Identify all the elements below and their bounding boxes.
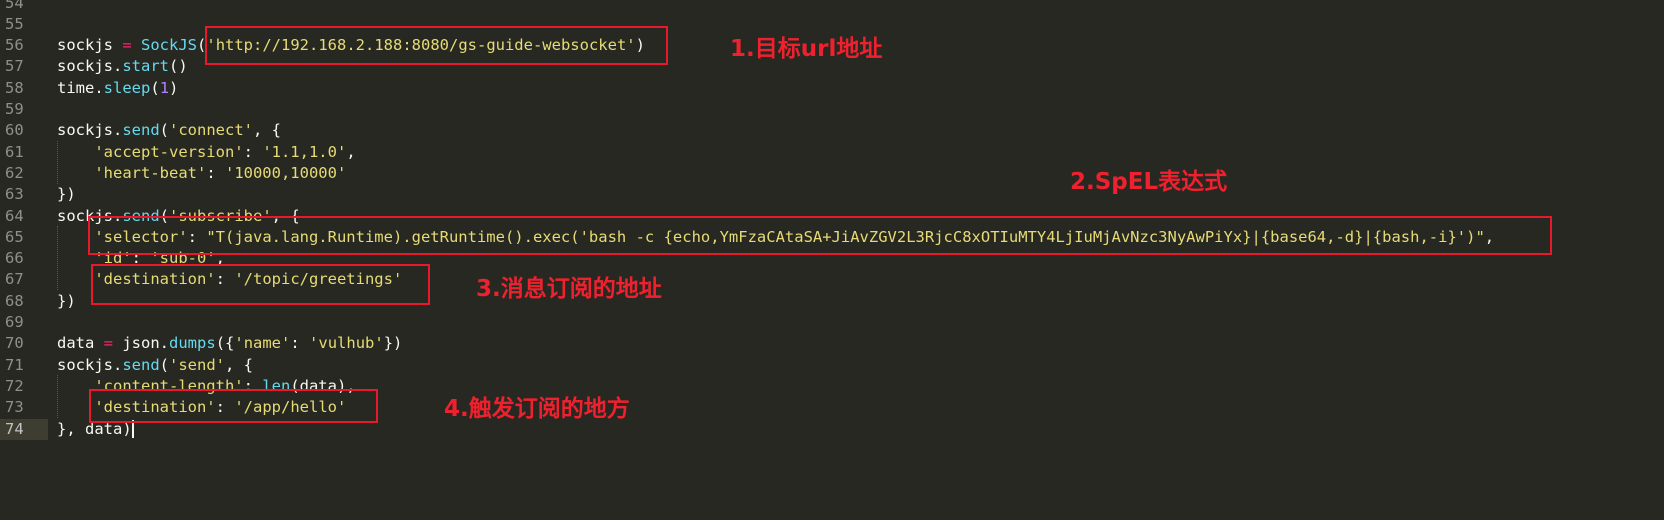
code-token: , bbox=[346, 142, 356, 161]
code-token: }) bbox=[57, 185, 76, 204]
code-token: data bbox=[57, 334, 104, 353]
line-number: 67 bbox=[5, 270, 24, 289]
code-text: 'heart-beat': '10000,10000' bbox=[57, 163, 346, 184]
highlight-box-subscribe-destination bbox=[91, 264, 430, 305]
code-text: sockjs.start() bbox=[57, 56, 188, 77]
highlight-box-spel bbox=[88, 216, 1552, 255]
code-token: 'name' bbox=[234, 334, 291, 353]
code-token: dumps bbox=[169, 334, 216, 353]
highlight-box-url bbox=[205, 26, 668, 65]
code-token: start bbox=[122, 57, 169, 76]
line-number: 54 bbox=[5, 0, 24, 12]
code-token: ( bbox=[159, 355, 169, 374]
line-number: 57 bbox=[5, 57, 24, 76]
code-token: , { bbox=[225, 355, 253, 374]
code-line[interactable]: 60 sockjs.send('connect', { bbox=[0, 120, 1664, 141]
code-token: , { bbox=[253, 121, 281, 140]
code-token: 'send' bbox=[169, 355, 225, 374]
code-token: 'vulhub' bbox=[309, 334, 384, 353]
code-token: sleep bbox=[103, 78, 151, 97]
line-number: 63 bbox=[5, 185, 24, 204]
annotation-target-url: 1.目标url地址 bbox=[730, 36, 883, 62]
line-number: 71 bbox=[5, 355, 24, 374]
code-token: = bbox=[103, 334, 114, 353]
code-token: sockjs. bbox=[57, 57, 123, 76]
code-token: send bbox=[122, 355, 160, 374]
code-token: : bbox=[290, 334, 310, 353]
code-token: ) bbox=[169, 78, 179, 97]
line-number: 64 bbox=[5, 206, 24, 225]
code-text: data = json.dumps({'name': 'vulhub'}) bbox=[57, 333, 402, 354]
code-token: json. bbox=[113, 334, 170, 353]
line-number: 73 bbox=[5, 398, 24, 417]
line-number: 55 bbox=[5, 14, 24, 33]
code-token: 'heart-beat' bbox=[94, 163, 207, 182]
annotation-subscribe-address: 3.消息订阅的地址 bbox=[476, 276, 662, 302]
code-token: ( bbox=[150, 78, 160, 97]
line-number: 65 bbox=[5, 227, 24, 246]
indent-guide bbox=[57, 141, 58, 184]
line-number: 62 bbox=[5, 163, 24, 182]
code-token: : bbox=[206, 163, 225, 182]
line-number: 70 bbox=[5, 334, 24, 353]
code-line[interactable]: 59 bbox=[0, 99, 1664, 120]
code-token: sockjs. bbox=[57, 355, 123, 374]
code-line[interactable]: 62 'heart-beat': '10000,10000' bbox=[0, 163, 1664, 184]
code-token: SockJS bbox=[141, 36, 198, 55]
code-token: 'connect' bbox=[169, 121, 253, 140]
line-number: 66 bbox=[5, 249, 24, 268]
code-line[interactable]: 58 time.sleep(1) bbox=[0, 78, 1664, 99]
code-line[interactable]: 54 bbox=[0, 0, 1664, 14]
code-line[interactable]: 71 sockjs.send('send', { bbox=[0, 355, 1664, 376]
code-token: sockjs bbox=[57, 36, 123, 55]
code-text: }) bbox=[57, 184, 76, 205]
code-token: 'accept-version' bbox=[94, 142, 244, 161]
code-text: sockjs.send('send', { bbox=[57, 355, 253, 376]
code-line[interactable]: 70 data = json.dumps({'name': 'vulhub'}) bbox=[0, 333, 1664, 354]
code-line[interactable]: 61 'accept-version': '1.1,1.0', bbox=[0, 142, 1664, 163]
code-token: time. bbox=[57, 78, 104, 97]
code-line[interactable]: 63}) bbox=[0, 184, 1664, 205]
code-token: ( bbox=[159, 121, 169, 140]
code-line[interactable]: 69 bbox=[0, 312, 1664, 333]
code-token: '1.1,1.0' bbox=[262, 142, 347, 161]
code-token: }) bbox=[57, 291, 76, 310]
annotation-spel-expression: 2.SpEL表达式 bbox=[1070, 169, 1228, 195]
code-token: send bbox=[122, 121, 160, 140]
code-token: sockjs. bbox=[57, 121, 123, 140]
code-token: : bbox=[243, 142, 263, 161]
code-editor[interactable]: 54 55 56 sockjs = SockJS('http://192.168.2.… bbox=[0, 0, 1664, 520]
code-token: () bbox=[169, 57, 188, 76]
code-token: ({ bbox=[215, 334, 235, 353]
code-token: '10000,10000' bbox=[224, 163, 347, 182]
line-number: 68 bbox=[5, 291, 24, 310]
code-text: 'accept-version': '1.1,1.0', bbox=[57, 142, 356, 163]
annotation-trigger-subscribe: 4.触发订阅的地方 bbox=[444, 396, 630, 422]
line-number: 72 bbox=[5, 376, 24, 395]
code-text: time.sleep(1) bbox=[57, 78, 178, 99]
code-text: sockjs.send('connect', { bbox=[57, 120, 281, 141]
code-text: }) bbox=[57, 291, 76, 312]
line-number: 60 bbox=[5, 121, 24, 140]
line-number: 59 bbox=[5, 100, 24, 118]
code-token: }) bbox=[383, 334, 403, 353]
code-token: 1 bbox=[159, 78, 170, 97]
indent-guide bbox=[57, 226, 58, 290]
highlight-box-send-destination bbox=[89, 389, 378, 423]
code-token: = bbox=[122, 36, 132, 55]
line-number: 61 bbox=[5, 142, 24, 161]
line-number: 69 bbox=[5, 313, 24, 331]
indent-guide bbox=[57, 375, 58, 418]
line-number: 56 bbox=[5, 36, 24, 55]
line-number: 74 bbox=[0, 418, 48, 440]
line-number: 58 bbox=[5, 78, 24, 97]
